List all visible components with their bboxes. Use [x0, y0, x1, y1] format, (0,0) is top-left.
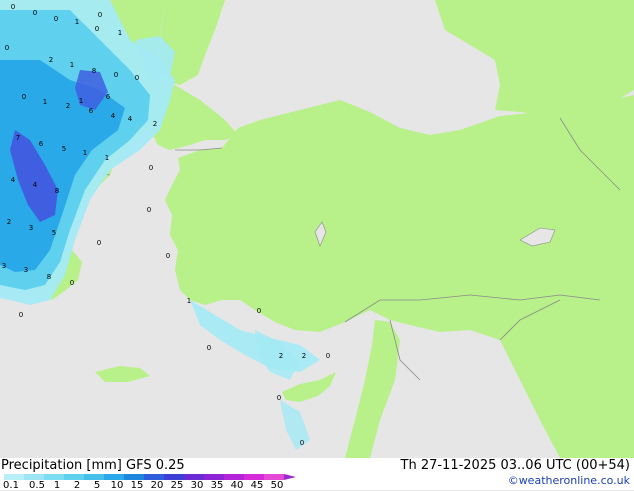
precip-value: 2	[153, 120, 157, 128]
precip-value: 0	[54, 15, 58, 23]
precip-value: 0	[97, 239, 101, 247]
precip-value: 1	[75, 18, 79, 26]
precip-value: 3	[29, 224, 33, 232]
product-label: Precipitation [mm] GFS 0.25	[1, 458, 185, 473]
precip-value: 1	[118, 29, 122, 37]
precip-value: 5	[62, 145, 66, 153]
precip-value: 3	[24, 266, 28, 274]
precip-value: 4	[33, 181, 38, 189]
precip-value: 0	[5, 44, 9, 52]
precip-value: 3	[2, 262, 6, 270]
scale-arrow	[284, 474, 296, 480]
precip-value: 0	[326, 352, 330, 360]
precip-value: 0	[207, 344, 211, 352]
precip-value: 1	[83, 149, 87, 157]
precip-value: 0	[149, 164, 153, 172]
precip-value: 0	[98, 11, 102, 19]
precip-value: 0	[33, 9, 37, 17]
precip-value: 0	[147, 206, 151, 214]
precip-value: 0	[300, 439, 304, 447]
precip-value: 8	[92, 67, 96, 75]
precip-value: 2	[66, 102, 70, 110]
precip-value: 6	[89, 107, 94, 115]
precip-value: 0	[95, 25, 99, 33]
precip-value: 4	[111, 112, 116, 120]
precip-value: 0	[114, 71, 118, 79]
precip-value: 1	[105, 154, 109, 162]
precip-value: 0	[19, 311, 23, 319]
precip-value: 5	[52, 229, 56, 237]
precip-value: 0	[70, 279, 74, 287]
credit-link[interactable]: ©weatheronline.co.uk	[508, 475, 630, 486]
precip-value: 0	[135, 74, 139, 82]
precip-value: 1	[187, 297, 191, 305]
precip-value: 6	[39, 140, 44, 148]
precip-value: 0	[11, 3, 15, 11]
precip-value: 8	[47, 273, 51, 281]
precip-value: 1	[79, 97, 83, 105]
precip-value: 2	[7, 218, 11, 226]
run-time-label: Th 27-11-2025 03..06 UTC (00+54)	[400, 458, 631, 473]
precip-value: 0	[166, 252, 170, 260]
precip-value: 8	[55, 187, 59, 195]
precip-value: 0	[277, 394, 281, 402]
precip-value: 1	[70, 61, 74, 69]
precip-value: 0	[257, 307, 261, 315]
precip-value: 2	[279, 352, 283, 360]
weather-map-view: 0 0 0 0 1 1 0 0 2 1 8 0 1 0 2 4 6 4 6 2 …	[0, 0, 634, 491]
precip-value: 6	[106, 93, 111, 101]
precip-value: 4	[128, 115, 133, 123]
precip-value: 7	[16, 134, 20, 142]
precip-value: 2	[302, 352, 306, 360]
map-footer: Precipitation [mm] GFS 0.25 Th 27-11-202…	[0, 458, 634, 491]
precipitation-map: 0 0 0 0 1 1 0 0 2 1 8 0 1 0 2 4 6 4 6 2 …	[0, 0, 634, 458]
precip-value: 1	[43, 98, 47, 106]
precip-value: 0	[22, 93, 26, 101]
precip-value: 4	[11, 176, 16, 184]
precip-value: 2	[49, 56, 53, 64]
